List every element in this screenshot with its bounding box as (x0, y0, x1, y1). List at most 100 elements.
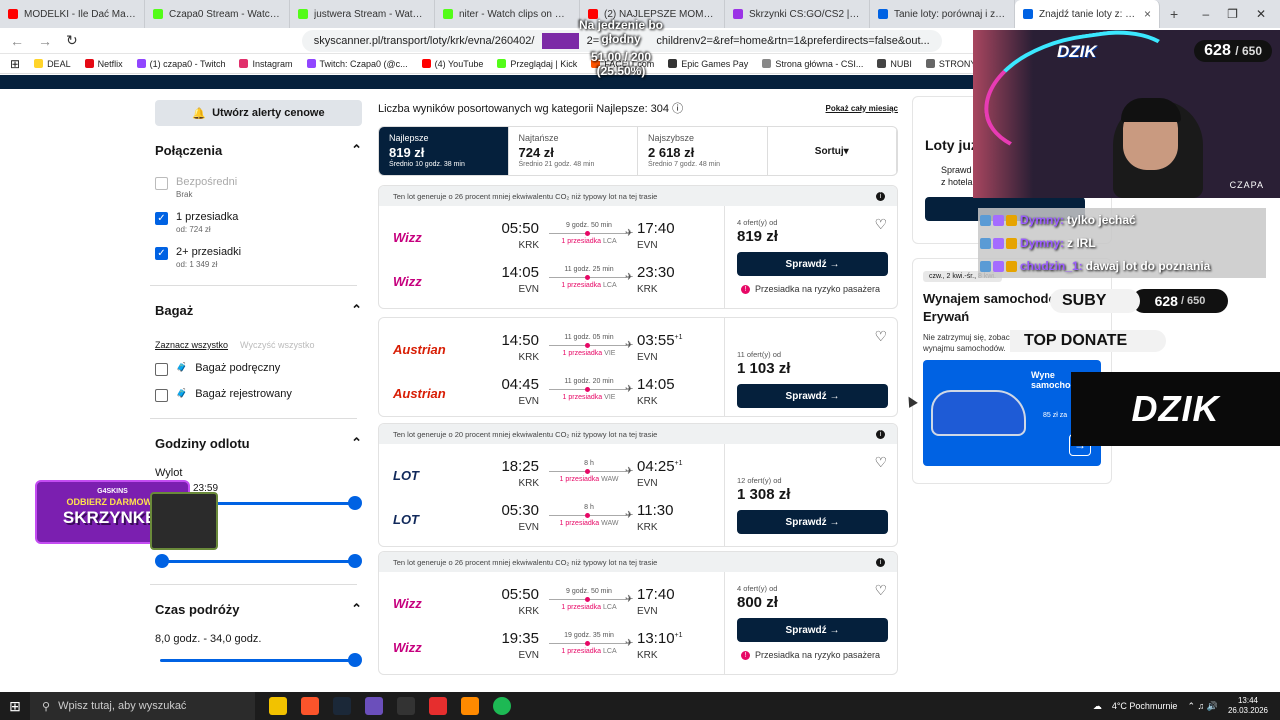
bookmark-item[interactable]: (4) YouTube (421, 59, 483, 69)
reload-icon[interactable]: ↻ (66, 32, 78, 49)
minimize-icon[interactable]: – (1202, 7, 1209, 21)
info-icon[interactable]: i (876, 557, 885, 567)
browser-tab[interactable]: Skrzynki CS:GO/CS2 | G4Skins (725, 0, 870, 28)
bookmark-item[interactable]: STRONY (925, 59, 976, 69)
bookmark-item[interactable]: Epic Games Pay (668, 59, 748, 69)
checkbox[interactable]: ✓ (155, 247, 168, 260)
bookmark-item[interactable]: Strona główna - CSI... (762, 59, 863, 69)
sort-tab[interactable]: Najszybsze 2 618 zł Średnio 7 godz. 48 min (638, 127, 768, 175)
leg-summary: 9 godz. 50 min 1 przesiadka LCA (549, 588, 629, 611)
departure-time: 18:25 (501, 458, 539, 475)
heart-icon[interactable]: ♡ (874, 582, 887, 599)
connection-option[interactable]: Bezpośredni Brak (155, 176, 362, 199)
flight-card[interactable]: Ten lot generuje o 26 procent mniej ekwi… (378, 551, 898, 675)
maximize-icon[interactable]: ❐ (1227, 7, 1238, 21)
departure-airport: KRK (518, 352, 539, 363)
leg-summary: 8 h 1 przesiadka WAW (549, 460, 629, 483)
obs-icon[interactable] (365, 697, 383, 715)
browser-tab[interactable]: Czapa0 Stream - Watch Live on (145, 0, 290, 28)
steam-icon[interactable] (333, 697, 351, 715)
departure-value: 23:59 (193, 483, 219, 494)
baggage-header[interactable]: Bagaż ⌃ (155, 302, 362, 318)
slider-handle[interactable] (348, 496, 362, 510)
clear-all-link[interactable]: Wyczyść wszystko (240, 340, 314, 350)
file-explorer-icon[interactable] (269, 697, 287, 715)
check-button[interactable]: Sprawdź → (737, 618, 888, 642)
info-icon[interactable]: i (876, 191, 885, 201)
sort-tab[interactable]: Najtańsze 724 zł Średnio 21 godz. 48 min (509, 127, 638, 175)
heart-icon[interactable]: ♡ (874, 454, 887, 471)
flight-card[interactable]: Austrian 14:50 KRK 11 godz. 05 min 1 przesia… (378, 317, 898, 417)
slider-handle[interactable] (348, 554, 362, 568)
bookmark-item[interactable]: Netflix (84, 59, 123, 69)
close-icon[interactable]: × (1144, 7, 1151, 21)
connections-header[interactable]: Połączenia ⌃ (155, 142, 362, 158)
spotify-icon[interactable] (493, 697, 511, 715)
app-icon[interactable] (429, 697, 447, 715)
arrival-time: 14:05 (637, 376, 675, 393)
taskbar-search[interactable]: ⚲ Wpisz tutaj, aby wyszukać (30, 692, 255, 720)
return-slider[interactable] (155, 554, 362, 568)
browser-tab[interactable]: justwera Stream - Watch Live o (290, 0, 435, 28)
offers-count: 4 ofert(y) od (737, 584, 778, 593)
connection-label: 2+ przesiadki (176, 246, 242, 258)
show-month-link[interactable]: Pokaż cały miesiąc (826, 104, 899, 113)
bookmark-item[interactable]: NUBI (877, 59, 912, 69)
stop-airport: WAW (601, 476, 619, 483)
flight-card[interactable]: Ten lot generuje o 20 procent mniej ekwi… (378, 423, 898, 547)
tray-icons[interactable]: ⌃ ♫ 🔊 (1187, 701, 1218, 712)
check-button[interactable]: Sprawdź → (737, 384, 888, 408)
stop-info: 1 przesiadka WAW (549, 520, 629, 527)
browser-tab[interactable]: Tanie loty: porównaj i zarezerw (870, 0, 1015, 28)
duration-slider[interactable] (155, 653, 362, 667)
connection-option[interactable]: ✓ 1 przesiadka od: 724 zł (155, 211, 362, 234)
duration-header[interactable]: Czas podróży ⌃ (155, 601, 362, 617)
info-icon[interactable]: i (876, 429, 885, 439)
windows-icon[interactable]: ⊞ (0, 698, 30, 715)
checkbox[interactable] (155, 389, 168, 402)
price-alert-button[interactable]: 🔔 Utwórz alerty cenowe (155, 100, 362, 126)
connection-option[interactable]: ✓ 2+ przesiadki od: 1 349 zł (155, 246, 362, 269)
clock[interactable]: 13:44 26.03.2026 (1228, 696, 1268, 716)
eco-banner: Ten lot generuje o 26 procent mniej ekwi… (379, 186, 897, 206)
browser-tab[interactable]: niter - Watch clips on Kick (435, 0, 580, 28)
check-button[interactable]: Sprawdź → (737, 510, 888, 534)
slider-handle[interactable] (155, 554, 169, 568)
baggage-option[interactable]: 🧳 Bagaż rejestrowany (155, 388, 362, 402)
epic-icon[interactable] (397, 697, 415, 715)
forward-icon[interactable]: → (38, 33, 52, 49)
close-window-icon[interactable]: ✕ (1256, 7, 1266, 21)
slider-handle[interactable] (348, 653, 362, 667)
back-icon[interactable]: ← (10, 33, 24, 49)
new-tab-icon[interactable]: + (1160, 6, 1188, 22)
luggage-icon: 🧳 (176, 388, 188, 398)
browser-tab[interactable]: Znajdź tanie loty z: Kraków × (1015, 0, 1160, 28)
sort-tab[interactable]: Najlepsze 819 zł Średnio 10 godz. 38 min (379, 127, 509, 175)
info-icon[interactable]: ⓘ (672, 103, 683, 115)
bookmark-item[interactable]: DEAL (34, 59, 71, 69)
check-button[interactable]: Sprawdź → (737, 252, 888, 276)
baggage-option[interactable]: 🧳 Bagaż podręczny (155, 362, 362, 376)
bookmark-item[interactable]: (1) czapa0 - Twitch (136, 59, 225, 69)
heart-icon[interactable]: ♡ (874, 328, 887, 345)
departure-header[interactable]: Godziny odlotu ⌃ (155, 435, 362, 451)
heart-icon[interactable]: ♡ (874, 216, 887, 233)
chat-badges (980, 214, 1017, 226)
tab-label: Skrzynki CS:GO/CS2 | G4Skins (749, 8, 861, 20)
select-all-link[interactable]: Zaznacz wszystko (155, 340, 228, 350)
flight-card[interactable]: Ten lot generuje o 26 procent mniej ekwi… (378, 185, 898, 309)
checkbox[interactable]: ✓ (155, 212, 168, 225)
checkbox[interactable] (155, 363, 168, 376)
sort-dropdown[interactable]: Sortuj ▾ (768, 127, 897, 175)
checkbox[interactable] (155, 177, 168, 190)
apps-icon[interactable]: ⊞ (10, 57, 20, 71)
leg-summary: 9 godz. 50 min 1 przesiadka LCA (549, 222, 629, 245)
airline-logo: LOT (393, 468, 419, 483)
brave-icon[interactable] (301, 697, 319, 715)
route-line (549, 275, 629, 280)
browser-tab[interactable]: MODELKI - Ile Dać Mam (W (0, 0, 145, 28)
faceit-icon[interactable] (461, 697, 479, 715)
bookmark-item[interactable]: Twitch: Czapa0 (@c... (306, 59, 408, 69)
bell-icon: 🔔 (192, 107, 207, 120)
bookmark-item[interactable]: Instagram (239, 59, 293, 69)
